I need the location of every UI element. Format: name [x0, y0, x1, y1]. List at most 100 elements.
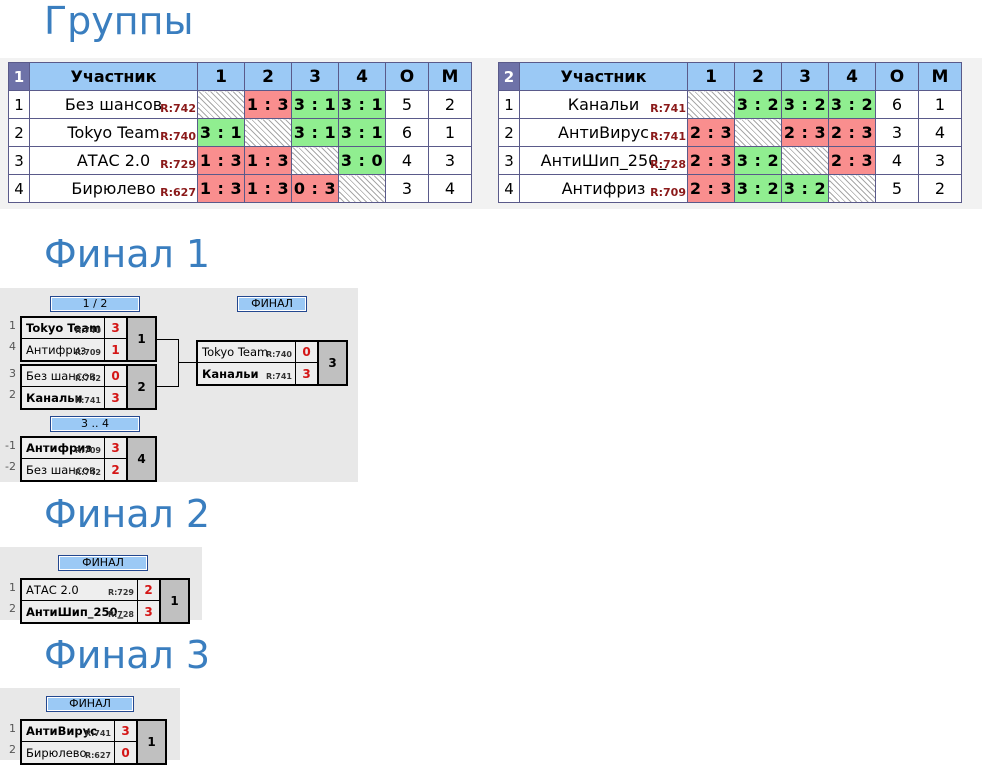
row-participant[interactable]: АТАС 2.0 R:729	[29, 146, 198, 175]
player-name-text: Tokyo Team	[202, 345, 269, 359]
match-result-cell: 2 : 3	[687, 146, 735, 175]
match-result-cell	[828, 174, 876, 203]
tournament-results-page: Группы 1 Участник 1 2 3 4 О М 1 Без шансов R:742 1 …	[0, 0, 982, 765]
row-points: 4	[875, 146, 919, 175]
match-result-cell: 2 : 3	[687, 118, 735, 147]
row-participant[interactable]: Канальи R:741	[519, 90, 688, 119]
match-result-cell: 1 : 3	[244, 146, 292, 175]
participant-rating: R:729	[160, 158, 196, 171]
header-opponent-2[interactable]: 2	[244, 62, 292, 91]
row-rank: 4	[498, 174, 520, 203]
group-table-2-container: 2 Участник 1 2 3 4 О М 1 Канальи R:741 3 : 23 : 23 …	[488, 58, 982, 209]
row-participant[interactable]: АнтиВирус R:741	[519, 118, 688, 147]
match-result-cell: 3 : 2	[781, 90, 829, 119]
row-participant[interactable]: АнтиШип_250_ R:728	[519, 146, 688, 175]
match-player-name: Канальи R:741	[22, 387, 104, 408]
match-player-name: Канальи R:741	[198, 363, 295, 384]
header-opponent-3[interactable]: 3	[291, 62, 339, 91]
match-final[interactable]: Tokyo Team R:740 0 Канальи R:741 3 3	[196, 340, 348, 386]
match-player-name: Антифриз R:709	[22, 339, 104, 360]
header-opponent-4[interactable]: 4	[338, 62, 386, 91]
row-rank: 3	[8, 146, 30, 175]
header-participant[interactable]: Участник	[519, 62, 688, 91]
header-opponent-3[interactable]: 3	[781, 62, 829, 91]
seed-sf2-top: 3	[9, 367, 16, 380]
row-rank: 3	[498, 146, 520, 175]
header-points[interactable]: О	[385, 62, 429, 91]
match-third-place[interactable]: Антифриз R:709 3 Без шансов R:742 2 4	[20, 436, 157, 482]
round-label-third-place: 3 .. 4	[50, 416, 140, 432]
match-result-cell: 1 : 3	[197, 146, 245, 175]
match-result-cell: 3 : 2	[734, 174, 782, 203]
match-result-cell: 3 : 1	[338, 90, 386, 119]
table-row[interactable]: 4 Бирюлево R:627 1 : 31 : 30 : 334	[8, 174, 472, 203]
header-place[interactable]: М	[918, 62, 962, 91]
match-score: 2	[104, 459, 126, 480]
row-participant[interactable]: Tokyo Team R:740	[29, 118, 198, 147]
match-result-cell: 1 : 3	[244, 174, 292, 203]
participant-name: АТАС 2.0	[76, 151, 151, 170]
table-row[interactable]: 3 АТАС 2.0 R:729 1 : 31 : 33 : 043	[8, 146, 472, 175]
row-rank: 1	[498, 90, 520, 119]
match-result-cell: 2 : 3	[781, 118, 829, 147]
match-result-cell	[244, 118, 292, 147]
row-place: 4	[918, 118, 962, 147]
header-opponent-2[interactable]: 2	[734, 62, 782, 91]
row-participant[interactable]: Антифриз R:709	[519, 174, 688, 203]
table-row[interactable]: 4 Антифриз R:709 2 : 33 : 23 : 252	[498, 174, 962, 203]
match-result-cell: 2 : 3	[687, 174, 735, 203]
match-place-badge: 1	[136, 721, 165, 763]
player-rating: R:742	[74, 374, 101, 383]
match-semifinal-1[interactable]: Tokyo Team R:740 3 Антифриз R:709 1 1	[20, 316, 157, 362]
match-result-cell: 3 : 2	[734, 146, 782, 175]
header-opponent-1[interactable]: 1	[197, 62, 245, 91]
row-participant[interactable]: Без шансов R:742	[29, 90, 198, 119]
final1-bracket: 1 / 2 ФИНАЛ 3 .. 4 1 4 Tokyo Team R:740 …	[0, 288, 358, 482]
header-opponent-4[interactable]: 4	[828, 62, 876, 91]
header-opponent-1[interactable]: 1	[687, 62, 735, 91]
match-player-name: Антифриз R:709	[22, 438, 104, 458]
player-rating: R:728	[107, 610, 134, 619]
group-number: 2	[498, 62, 520, 91]
row-rank: 4	[8, 174, 30, 203]
player-name-text: Канальи	[202, 366, 259, 381]
participant-rating: R:741	[650, 102, 686, 115]
row-place: 2	[428, 90, 472, 119]
round-label-semifinal: 1 / 2	[50, 296, 140, 312]
participant-rating: R:728	[650, 158, 686, 171]
match-player-name: Без шансов R:742	[22, 366, 104, 386]
match-score: 3	[114, 721, 136, 741]
bracket-connector-out	[179, 362, 197, 363]
match-result-cell	[197, 90, 245, 119]
header-participant[interactable]: Участник	[29, 62, 198, 91]
match-result-cell	[734, 118, 782, 147]
seed-f2-bottom: 2	[9, 602, 16, 615]
header-place[interactable]: М	[428, 62, 472, 91]
round-label-final3: ФИНАЛ	[46, 696, 134, 712]
match-place-badge: 1	[126, 318, 155, 360]
match-player-name: Без шансов R:742	[22, 459, 104, 480]
participant-name: Бирюлево	[71, 179, 156, 198]
row-place: 4	[428, 174, 472, 203]
table-row[interactable]: 3 АнтиШип_250_ R:728 2 : 33 : 22 : 343	[498, 146, 962, 175]
match-final3[interactable]: АнтиВирус R:741 3 Бирюлево R:627 0 1	[20, 719, 167, 765]
seed-third-top: -1	[5, 439, 16, 452]
match-player-name: АТАС 2.0 R:729	[22, 580, 137, 600]
table-row[interactable]: 2 АнтиВирус R:741 2 : 32 : 32 : 334	[498, 118, 962, 147]
match-semifinal-2[interactable]: Без шансов R:742 0 Канальи R:741 3 2	[20, 364, 157, 410]
table-row[interactable]: 1 Без шансов R:742 1 : 33 : 13 : 152	[8, 90, 472, 119]
player-rating: R:741	[265, 372, 292, 381]
match-final2[interactable]: АТАС 2.0 R:729 2 АнтиШип_250_ R:728 3 1	[20, 578, 190, 624]
match-player-name: АнтиВирус R:741	[22, 721, 114, 741]
round-label-final: ФИНАЛ	[237, 296, 307, 312]
header-points[interactable]: О	[875, 62, 919, 91]
player-rating: R:740	[265, 350, 292, 359]
match-result-cell: 3 : 2	[734, 90, 782, 119]
seed-f3-top: 1	[9, 722, 16, 735]
row-participant[interactable]: Бирюлево R:627	[29, 174, 198, 203]
table-row[interactable]: 2 Tokyo Team R:740 3 : 13 : 13 : 161	[8, 118, 472, 147]
player-rating: R:729	[107, 588, 134, 597]
row-place: 3	[918, 146, 962, 175]
table-row[interactable]: 1 Канальи R:741 3 : 23 : 23 : 261	[498, 90, 962, 119]
group-table-2: 2 Участник 1 2 3 4 О М 1 Канальи R:741 3 : 23 : 23 …	[498, 62, 962, 203]
